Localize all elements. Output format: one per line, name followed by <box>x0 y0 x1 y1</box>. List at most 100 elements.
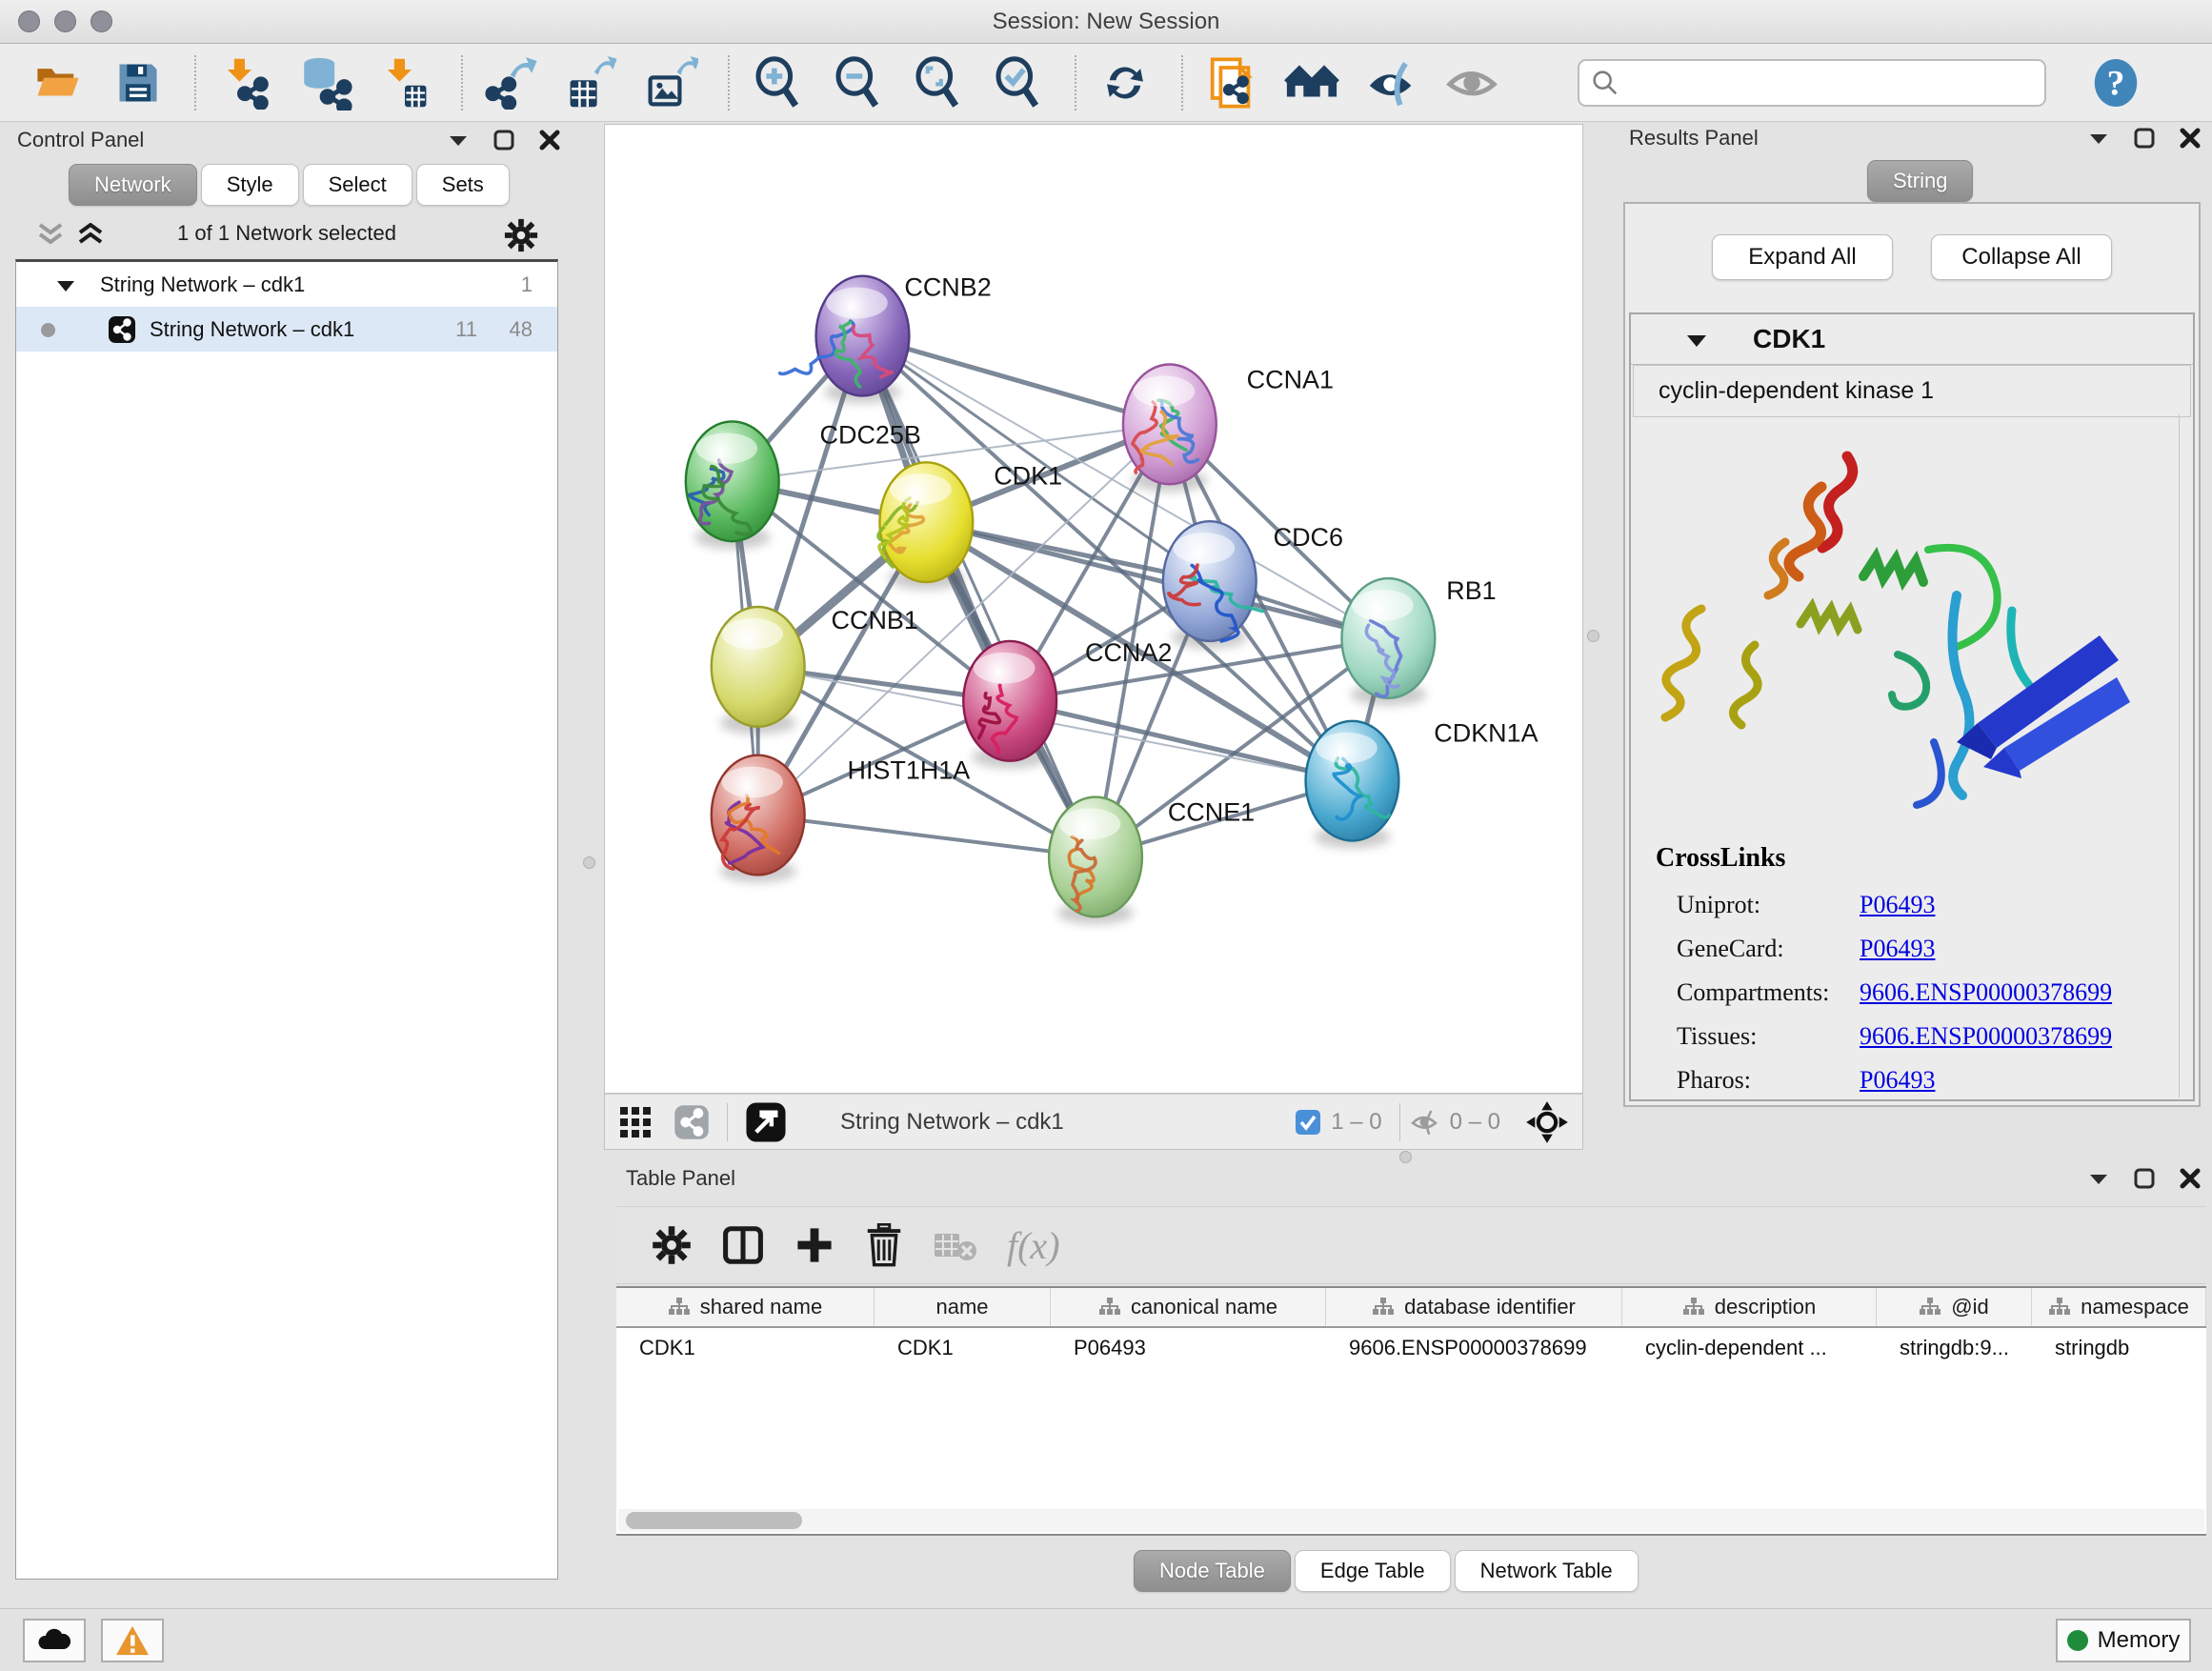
tab-sets[interactable]: Sets <box>416 164 510 206</box>
zoom-out-button[interactable] <box>829 53 888 112</box>
column-header-shared-name[interactable]: shared name <box>616 1288 875 1326</box>
tab-select[interactable]: Select <box>303 164 412 206</box>
crosslink-link[interactable]: 9606.ENSP00000378699 <box>1860 978 2112 1007</box>
open-session-button[interactable] <box>29 53 88 112</box>
tab-network[interactable]: Network <box>69 164 197 206</box>
network-collection-row[interactable]: String Network – cdk1 1 <box>16 262 557 307</box>
tab-node-table[interactable]: Node Table <box>1134 1550 1291 1592</box>
memory-button[interactable]: Memory <box>2056 1619 2191 1662</box>
network-view-icon[interactable] <box>674 1104 710 1140</box>
grid-view-icon[interactable] <box>618 1105 653 1139</box>
window-close-button[interactable] <box>18 10 40 32</box>
home-button[interactable] <box>1282 53 1341 112</box>
gene-section-header[interactable]: CDK1 <box>1631 314 2193 365</box>
network-selection-text: 1 of 1 Network selected <box>8 221 566 246</box>
string-results-container: Expand All Collapse All CDK1 cyclin-depe… <box>1623 202 2201 1107</box>
crosslink-link[interactable]: P06493 <box>1860 891 1935 919</box>
column-header-label: namespace <box>2081 1295 2189 1319</box>
help-button[interactable]: ? <box>2086 53 2145 112</box>
panel-close-icon[interactable] <box>2180 1168 2201 1189</box>
right-splitter-handle[interactable] <box>1587 630 1599 642</box>
section-collapse-caret-icon[interactable] <box>1686 333 1707 348</box>
current-network-name: String Network – cdk1 <box>840 1109 1064 1136</box>
network-canvas[interactable]: CCNB2CCNA1CDC25BCDK1CDC6RB1CCNB1CCNA2CDK… <box>604 124 1583 1094</box>
search-field[interactable] <box>1578 59 2046 107</box>
column-header-namespace[interactable]: namespace <box>2032 1288 2206 1326</box>
add-column-plus-icon[interactable] <box>794 1224 835 1266</box>
application-window: Session: New Session <box>0 0 2212 1671</box>
expand-all-button[interactable]: Expand All <box>1712 234 1893 280</box>
panel-menu-icon[interactable] <box>2088 1172 2109 1185</box>
collection-expand-caret-icon[interactable] <box>56 279 75 292</box>
tab-string[interactable]: String <box>1867 160 1973 202</box>
zoom-selected-button[interactable] <box>989 53 1048 112</box>
table-cell[interactable]: CDK1 <box>875 1328 1051 1370</box>
show-columns-icon[interactable] <box>721 1223 765 1267</box>
import-network-database-button[interactable] <box>295 53 354 112</box>
show-all-button[interactable] <box>1442 53 1501 112</box>
window-zoom-button[interactable] <box>90 10 112 32</box>
network-options-gear-icon[interactable] <box>503 217 539 253</box>
column-scope-icon <box>1919 1297 1941 1318</box>
tab-edge-table[interactable]: Edge Table <box>1295 1550 1451 1592</box>
cloud-status-button[interactable] <box>23 1619 86 1662</box>
panel-menu-icon[interactable] <box>448 133 469 147</box>
copy-network-button[interactable] <box>1202 53 1261 112</box>
hide-selected-button[interactable] <box>1362 53 1421 112</box>
network-node-CCNB1 <box>712 607 805 735</box>
network-row[interactable]: String Network – cdk1 11 48 <box>16 307 557 352</box>
bottom-splitter-handle[interactable] <box>1399 1151 1412 1163</box>
table-cell[interactable]: cyclin-dependent ... <box>1622 1328 1877 1370</box>
column-header-name[interactable]: name <box>875 1288 1051 1326</box>
import-network-file-button[interactable] <box>215 53 274 112</box>
export-image-button[interactable] <box>642 53 701 112</box>
zoom-fit-button[interactable] <box>909 53 968 112</box>
export-network-button[interactable] <box>482 53 541 112</box>
column-header--id[interactable]: @id <box>1877 1288 2032 1326</box>
panel-close-icon[interactable] <box>539 130 560 151</box>
panel-close-icon[interactable] <box>2180 128 2201 149</box>
left-splitter-handle[interactable] <box>583 856 595 869</box>
export-table-button[interactable] <box>562 53 621 112</box>
crosslink-label: Tissues: <box>1677 1022 1860 1051</box>
selected-checkbox-icon[interactable] <box>1295 1109 1321 1136</box>
panel-menu-icon[interactable] <box>2088 131 2109 145</box>
panel-float-icon[interactable] <box>493 130 514 151</box>
column-header-canonical-name[interactable]: canonical name <box>1051 1288 1326 1326</box>
search-input[interactable] <box>1629 70 2044 96</box>
birds-eye-view-icon[interactable] <box>745 1101 787 1143</box>
column-scope-icon <box>1098 1297 1121 1318</box>
warning-status-button[interactable] <box>101 1619 164 1662</box>
crosslink-link[interactable]: P06493 <box>1860 1066 1935 1095</box>
import-table-button[interactable] <box>375 53 434 112</box>
crosslink-link[interactable]: P06493 <box>1860 935 1935 963</box>
column-scope-icon <box>2048 1297 2071 1318</box>
crosslink-link[interactable]: 9606.ENSP00000378699 <box>1860 1022 2112 1051</box>
table-cell[interactable]: 9606.ENSP00000378699 <box>1326 1328 1622 1370</box>
network-graph[interactable]: CCNB2CCNA1CDC25BCDK1CDC6RB1CCNB1CCNA2CDK… <box>605 125 1582 1093</box>
table-cell[interactable]: P06493 <box>1051 1328 1326 1370</box>
save-session-button[interactable] <box>109 53 168 112</box>
column-header-database-identifier[interactable]: database identifier <box>1326 1288 1622 1326</box>
zoom-in-button[interactable] <box>749 53 808 112</box>
table-options-gear-icon[interactable] <box>651 1224 693 1266</box>
panel-float-icon[interactable] <box>2134 128 2155 149</box>
tab-style[interactable]: Style <box>201 164 299 206</box>
refresh-button[interactable] <box>1096 53 1155 112</box>
crosslink-row: Uniprot:P06493 <box>1656 883 2112 927</box>
table-cell[interactable]: stringdb <box>2032 1328 2206 1370</box>
table-row[interactable]: CDK1CDK1P064939606.ENSP00000378699cyclin… <box>616 1328 2206 1370</box>
tab-network-table[interactable]: Network Table <box>1455 1550 1639 1592</box>
delete-column-trash-icon[interactable] <box>864 1223 904 1267</box>
column-header-description[interactable]: description <box>1622 1288 1877 1326</box>
collapse-all-button[interactable]: Collapse All <box>1931 234 2112 280</box>
table-horizontal-scrollbar[interactable] <box>618 1509 2204 1532</box>
fit-crosshair-icon[interactable] <box>1525 1100 1569 1144</box>
table-cell[interactable]: CDK1 <box>616 1328 875 1370</box>
hidden-eye-slash-icon[interactable] <box>1408 1108 1440 1137</box>
table-cell[interactable]: stringdb:9... <box>1877 1328 2032 1370</box>
panel-float-icon[interactable] <box>2134 1168 2155 1189</box>
window-minimize-button[interactable] <box>54 10 76 32</box>
node-table[interactable]: shared namenamecanonical namedatabase id… <box>616 1286 2206 1536</box>
scrollbar-thumb[interactable] <box>626 1512 802 1529</box>
